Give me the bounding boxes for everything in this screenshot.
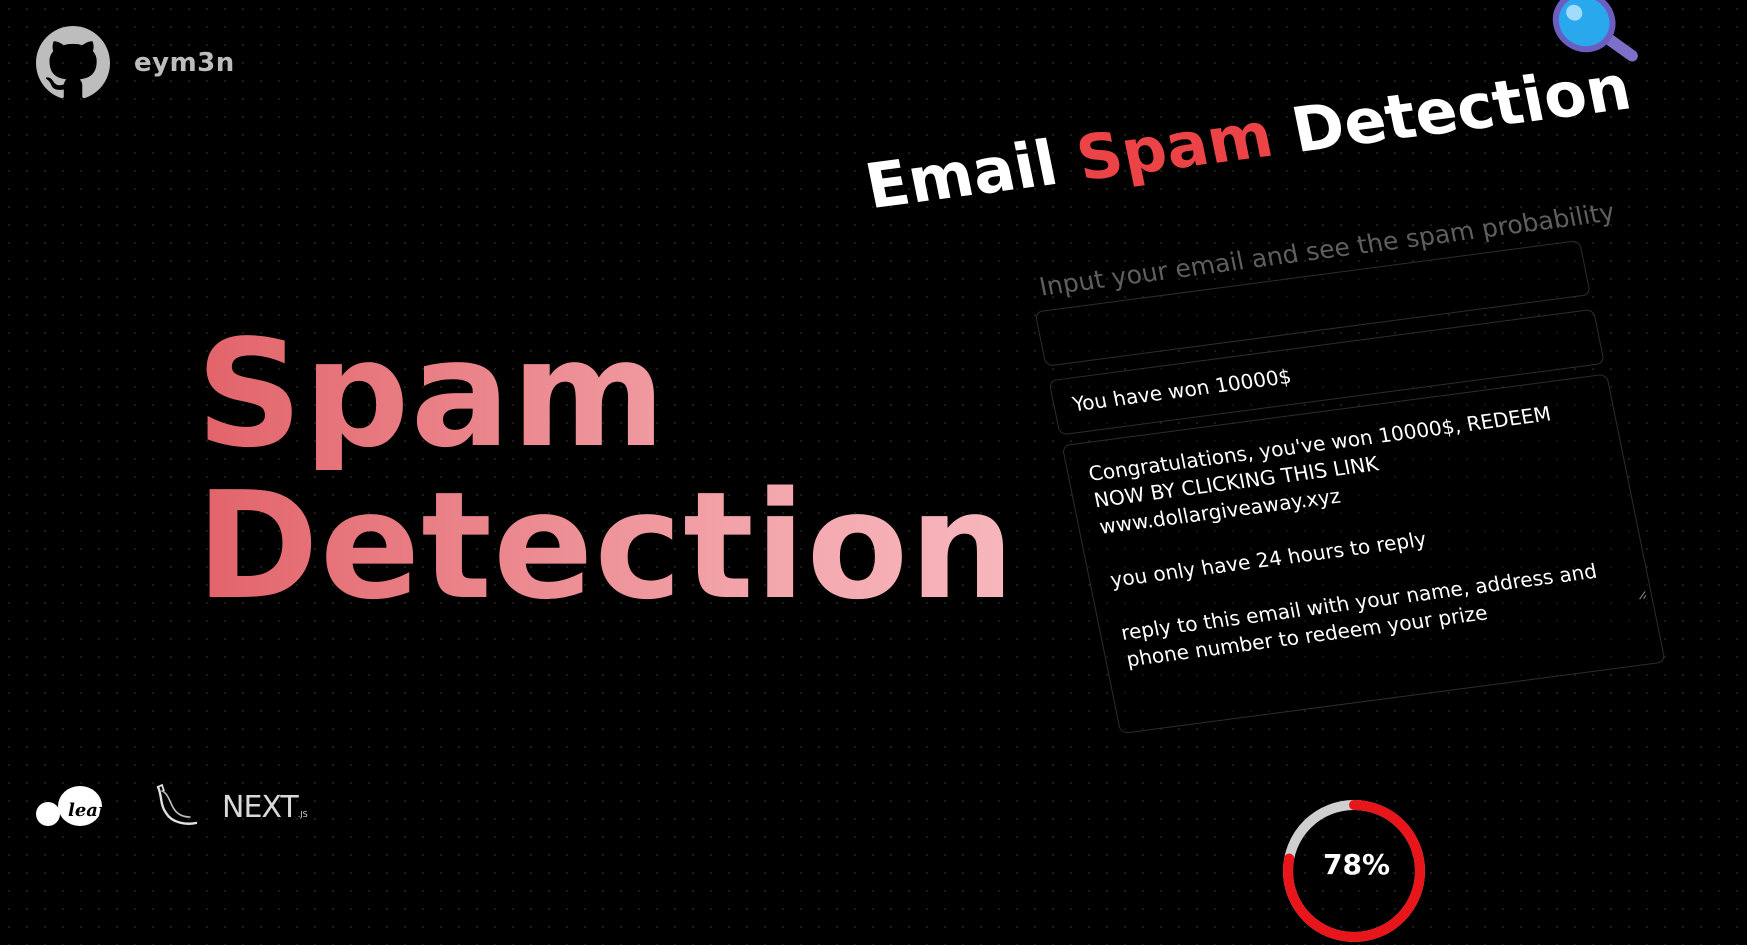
panel-title: Email Spam Detection — [859, 51, 1637, 223]
email-body-content: Congratulations, you've won 10000$, REDE… — [1086, 394, 1637, 673]
nextjs-text: NEXT — [222, 789, 299, 825]
title-word-email: Email — [859, 126, 1064, 223]
scikit-learn-text: lear n — [68, 800, 122, 821]
email-subject-value: You have won 10000$ — [1070, 363, 1294, 417]
github-username: eym3n — [134, 48, 235, 78]
spam-form-panel: Email Spam Detection Input your email an… — [800, 0, 1747, 924]
github-icon — [36, 26, 110, 99]
nextjs-suffix: .JS — [297, 809, 308, 819]
magnifying-glass-icon — [1552, 0, 1638, 62]
nextjs-logo: NEXT .JS — [222, 789, 308, 825]
title-word-spam: Spam — [1070, 97, 1279, 196]
github-link[interactable]: eym3n — [36, 26, 235, 100]
scikit-learn-logo: lear n — [36, 786, 122, 826]
spam-probability-label: 78% — [1323, 848, 1391, 881]
flask-icon — [156, 783, 198, 825]
resize-handle-icon[interactable] — [1636, 589, 1648, 600]
email-body-textarea[interactable]: Congratulations, you've won 10000$, REDE… — [1061, 373, 1666, 735]
tech-logos: lear n NEXT .JS — [34, 782, 308, 832]
